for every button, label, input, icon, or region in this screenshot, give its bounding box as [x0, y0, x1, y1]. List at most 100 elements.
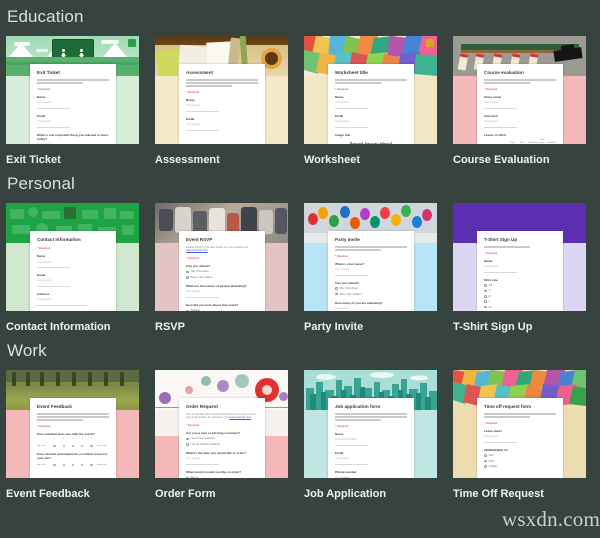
thumbnail-order-form[interactable]: Order Request Use our flexible order req…	[155, 370, 288, 478]
template-card-contact-information[interactable]: Contact Information * Required Name Your…	[6, 203, 139, 334]
form-option[interactable]: Yes, I'll be there	[335, 287, 407, 290]
template-card-time-off-request[interactable]: Time off request form * Required Leave s…	[453, 370, 586, 501]
thumbnail-event-feedback[interactable]: Event Feedback * Required How satisfied …	[6, 370, 139, 478]
form-option[interactable]: S	[484, 289, 556, 292]
template-card-course-evaluation[interactable]: Course evaluation * Required Class name …	[453, 36, 586, 167]
thumbnail-job-application[interactable]: Job application form * Required Name Fir…	[304, 370, 437, 478]
card-label-worksheet: Worksheet	[304, 154, 361, 166]
form-required-note: * Required	[484, 250, 498, 255]
form-title: Contact Information	[37, 237, 81, 242]
form-question-label: Phone number	[335, 469, 357, 474]
thumbnail-tshirt-signup[interactable]: T-Shirt Sign Up * Required Name Your ans…	[453, 203, 586, 311]
radio-icon[interactable]	[186, 443, 189, 446]
form-description: Use our flexible order request form belo…	[186, 413, 258, 420]
thumbnail-worksheet[interactable]: Worksheet title * Required Name Your ans…	[304, 36, 437, 144]
form-option-label: Website	[190, 309, 200, 311]
form-description	[484, 413, 556, 418]
radio-icon[interactable]	[335, 287, 338, 291]
form-question: Instructor Your answer	[484, 114, 556, 128]
form-option[interactable]: I am a new customer	[186, 437, 258, 440]
form-question-label: Name	[186, 97, 195, 102]
template-card-order-form[interactable]: Order Request Use our flexible order req…	[155, 370, 288, 501]
form-question-hint: Your answer	[37, 101, 52, 105]
thumbnail-rsvp[interactable]: Event RSVP Please RSVP by the date below…	[155, 203, 288, 311]
radio-icon[interactable]	[335, 292, 338, 296]
form-option[interactable]: Holiday	[484, 465, 556, 468]
form-option[interactable]: XS	[484, 284, 556, 287]
form-question: Image title	[335, 133, 407, 137]
template-card-worksheet[interactable]: Worksheet title * Required Name Your ans…	[304, 36, 437, 167]
form-option[interactable]: L	[484, 300, 556, 303]
form-question-hint: Your answer	[484, 101, 499, 105]
form-question-hint: Your answer	[37, 279, 52, 283]
template-card-assessment[interactable]: Assessment * Required Name Your answer E…	[155, 36, 288, 167]
form-option-label: Yes, I'll be there	[339, 287, 358, 291]
template-card-event-feedback[interactable]: Event Feedback * Required How satisfied …	[6, 370, 139, 501]
form-question-hint: First and last name	[335, 438, 358, 442]
template-card-job-application[interactable]: Job application form * Required Name Fir…	[304, 370, 437, 501]
form-description-link[interactable]: www.example.com	[186, 249, 208, 252]
thumbnail-time-off-request[interactable]: Time off request form * Required Leave s…	[453, 370, 586, 478]
form-option-label: Sorry, can't make it	[339, 292, 362, 296]
template-card-exit-ticket[interactable]: Exit Ticket * Required Name Your answer …	[6, 36, 139, 167]
form-question: Shirt size XS S M L XL	[484, 278, 556, 309]
scale-point-label: 2	[63, 438, 65, 441]
thumbnail-party-invite[interactable]: Party Invite * Required What is your nam…	[304, 203, 437, 311]
scale-point-label: 3	[72, 438, 74, 441]
form-question-label: Shirt size	[484, 277, 498, 282]
thumbnail-contact-information[interactable]: Contact Information * Required Name Your…	[6, 203, 139, 311]
form-title: Course evaluation	[484, 70, 524, 75]
radio-icon[interactable]	[186, 276, 189, 279]
radio-icon[interactable]	[186, 309, 189, 311]
form-preview-order-form: Order Request Use our flexible order req…	[179, 398, 265, 478]
form-option-label: S	[488, 289, 491, 293]
form-question: Email Your answer	[335, 114, 407, 128]
radio-icon[interactable]	[484, 284, 487, 287]
radio-icon[interactable]	[484, 454, 487, 458]
radio-icon[interactable]	[186, 476, 189, 478]
form-option[interactable]: I am an existing customer	[186, 443, 258, 446]
form-option[interactable]: Yes, I'll be there	[186, 270, 258, 273]
form-question-label: How many of you are attending?	[335, 300, 383, 305]
radio-icon[interactable]	[484, 305, 487, 309]
form-option[interactable]: Sorry, can't make it	[186, 276, 258, 279]
form-question: How many of you are attending? Your answ…	[335, 301, 407, 311]
form-question-label: How satisfied were you with the event?	[37, 431, 95, 436]
form-option[interactable]: Sick	[484, 454, 556, 457]
form-title: Order Request	[186, 404, 218, 409]
form-title: Job application form	[335, 404, 381, 409]
radio-icon[interactable]	[484, 465, 487, 468]
form-option[interactable]: Item 1	[186, 476, 258, 478]
form-required-note: * Required	[484, 420, 498, 425]
radio-icon[interactable]	[484, 459, 487, 463]
radio-icon[interactable]	[484, 300, 487, 304]
form-option-label: Yes, I'll be there	[190, 270, 209, 274]
radio-icon[interactable]	[186, 270, 189, 274]
form-option[interactable]: M	[484, 295, 556, 298]
template-card-tshirt-signup[interactable]: T-Shirt Sign Up * Required Name Your ans…	[453, 203, 586, 334]
form-option[interactable]: PTO	[484, 460, 556, 463]
scale-point-label: 5	[90, 438, 93, 441]
form-description	[335, 246, 407, 251]
template-card-rsvp[interactable]: Event RSVP Please RSVP by the date below…	[155, 203, 288, 334]
thumbnail-course-evaluation[interactable]: Course evaluation * Required Class name …	[453, 36, 586, 144]
radio-icon[interactable]	[484, 295, 487, 298]
form-question-label: Email	[335, 450, 344, 455]
form-option[interactable]: Website	[186, 309, 258, 311]
form-option[interactable]: Sorry, can't make it	[335, 293, 407, 296]
radio-icon[interactable]	[484, 289, 487, 293]
form-question: Phone number Your answer	[335, 470, 407, 478]
thumbnail-exit-ticket[interactable]: Exit Ticket * Required Name Your answer …	[6, 36, 139, 144]
form-question-label: What is your name?	[335, 261, 365, 266]
theme-badge-icon	[426, 39, 434, 47]
form-preview-time-off-request: Time off request form * Required Leave s…	[477, 398, 563, 478]
thumbnail-assessment[interactable]: Assessment * Required Name Your answer E…	[155, 36, 288, 144]
radio-icon[interactable]	[186, 437, 189, 441]
form-question-hint: Your answer	[335, 120, 350, 124]
card-label-exit-ticket: Exit Ticket	[6, 154, 61, 166]
form-description	[186, 79, 258, 87]
section-title-personal: Personal	[7, 174, 75, 193]
form-description-link[interactable]: www.example.com	[229, 416, 251, 419]
template-card-party-invite[interactable]: Party Invite * Required What is your nam…	[304, 203, 437, 334]
form-option[interactable]: XL	[484, 306, 556, 309]
